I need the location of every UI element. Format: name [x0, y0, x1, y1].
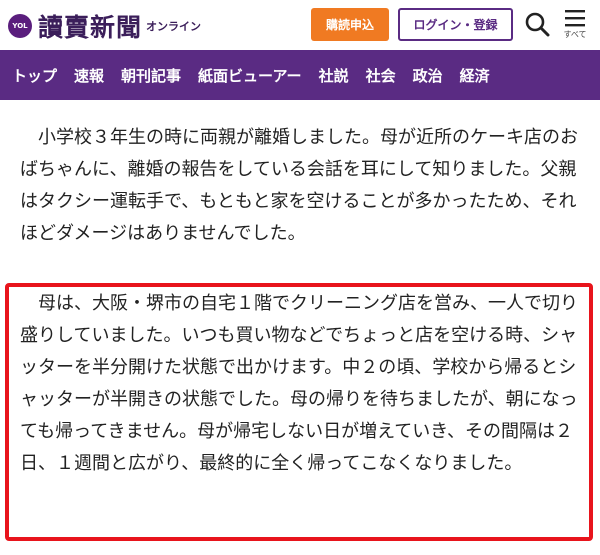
menu-label: すべて — [563, 30, 587, 39]
logo-badge: YOL — [8, 14, 32, 38]
search-icon[interactable] — [524, 11, 550, 37]
logo-sub: オンライン — [146, 20, 202, 33]
menu-icon — [565, 10, 585, 27]
article-body-highlighted: 母は、大阪・堺市の自宅１階でクリーニング店を営み、一人で切り盛りしていました。い… — [20, 288, 585, 480]
article-paragraph-2: 母は、大阪・堺市の自宅１階でクリーニング店を営み、一人で切り盛りしていました。い… — [20, 293, 578, 474]
nav-item-editorial[interactable]: 社説 — [319, 65, 349, 86]
nav-item-economy[interactable]: 経済 — [460, 65, 490, 86]
site-header: YOL 讀賣新聞 オンライン 購読申込 ログイン・登録 すべて — [0, 0, 600, 50]
nav-item-society[interactable]: 社会 — [366, 65, 396, 86]
nav-item-politics[interactable]: 政治 — [413, 65, 443, 86]
login-button[interactable]: ログイン・登録 — [398, 8, 513, 41]
subscribe-button[interactable]: 購読申込 — [311, 8, 389, 41]
main-nav: トップ 速報 朝刊記事 紙面ビューアー 社説 社会 政治 経済 — [0, 50, 600, 100]
site-logo[interactable]: YOL 讀賣新聞 オンライン — [8, 8, 201, 44]
article-body: 小学校３年生の時に両親が離婚しました。母が近所のケーキ店のおばちゃんに、離婚の報… — [20, 122, 585, 250]
nav-item-morning[interactable]: 朝刊記事 — [121, 65, 181, 86]
menu-button[interactable]: すべて — [560, 8, 590, 44]
nav-item-breaking[interactable]: 速報 — [74, 65, 104, 86]
nav-item-viewer[interactable]: 紙面ビューアー — [198, 65, 302, 86]
article-paragraph-1: 小学校３年生の時に両親が離婚しました。母が近所のケーキ店のおばちゃんに、離婚の報… — [20, 127, 578, 244]
nav-item-top[interactable]: トップ — [12, 65, 57, 86]
logo-text: 讀賣新聞 — [38, 13, 143, 42]
